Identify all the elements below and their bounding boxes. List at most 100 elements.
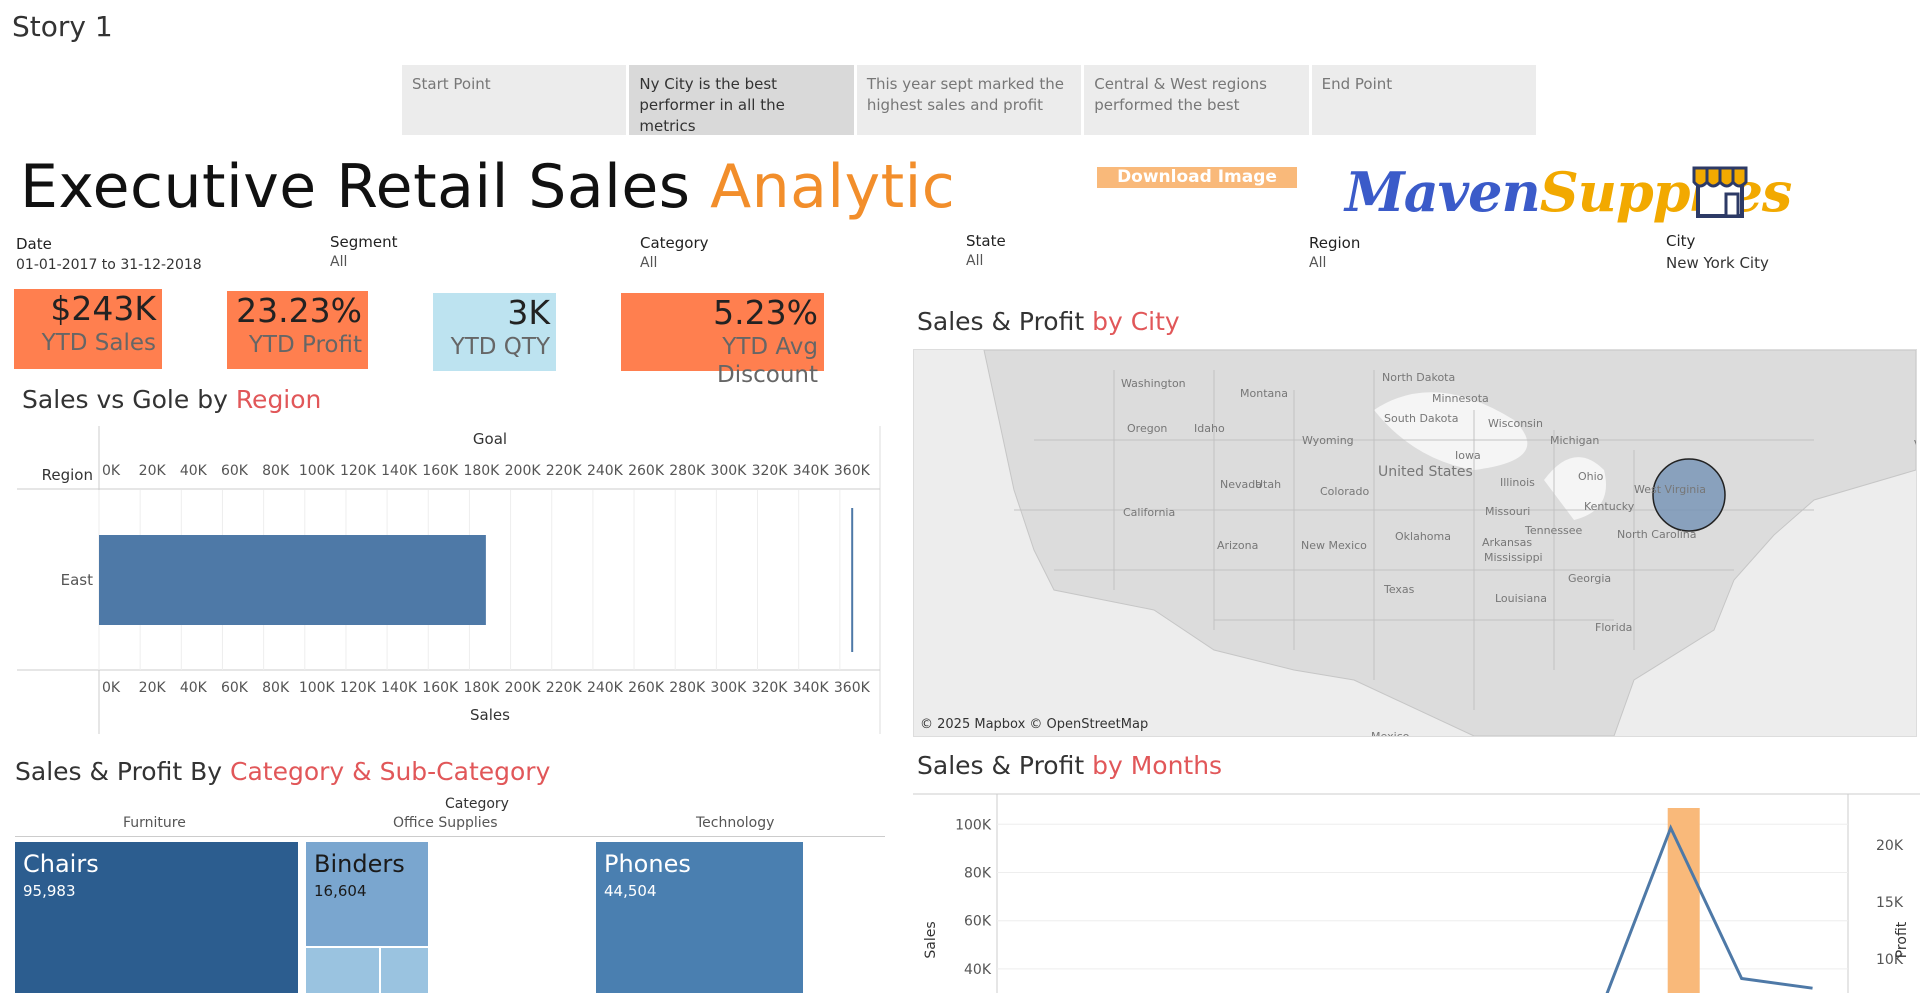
map-label: Missouri [1485,505,1531,518]
region-goal-axis-title: Goal [473,430,507,448]
region-bottom-tick-label: 360K [834,680,871,696]
kpi-ytd-profit: 23.23% YTD Profit [227,291,368,369]
story-nav: Start Point Ny City is the best performe… [402,65,1537,135]
filter-category[interactable]: Category All [640,234,709,271]
region-bottom-tick-label: 140K [381,680,418,696]
region-title-main: Sales vs Gole by [22,385,236,414]
tile-phones-name: Phones [604,850,691,878]
kpi-ytd-qty-value: 3K [507,293,550,332]
city-title-main: Sales & Profit [917,307,1093,336]
map-label: Texas [1384,583,1415,596]
kpi-ytd-qty-label: YTD QTY [450,334,550,360]
region-top-tick-label: 60K [221,463,249,479]
filter-state-label: State [966,232,1006,250]
filter-category-value: All [640,255,658,271]
region-bottom-tick-label: 240K [587,680,624,696]
map-label: Wisconsin [1488,417,1543,430]
filter-segment[interactable]: Segment All [330,233,398,270]
months-y-tick-label: 100K [955,817,992,833]
map-label: Iowa [1455,449,1481,462]
treemap-tile-phones[interactable]: Phones 44,504 [596,842,803,993]
treemap-header-office-supplies: Office Supplies [393,815,498,831]
region-top-tick-label: 20K [139,463,167,479]
filter-state[interactable]: State All [966,232,1006,269]
map-label: Washington [1121,377,1186,390]
region-top-tick-label: 300K [710,463,747,479]
map-label: North Carolina [1617,528,1697,541]
dashboard-title: Executive Retail Sales Analytic [20,152,955,222]
filter-city-label: City [1666,232,1696,250]
tile-chairs-name: Chairs [23,850,99,878]
story-point-end[interactable]: End Point [1311,65,1537,135]
map-label: Arkansas [1482,536,1533,549]
map-label: Oregon [1127,422,1168,435]
story-point-start[interactable]: Start Point [402,65,627,135]
region-bottom-tick-label: 40K [180,680,208,696]
filter-region-value: All [1309,255,1327,271]
treemap-tile-binders[interactable]: Binders 16,604 [306,842,428,946]
months-line-chart[interactable]: 40K60K80K100K10K15K20KSales Profit [913,780,1920,993]
map-label: Minnesota [1432,392,1489,405]
filter-region[interactable]: Region All [1309,234,1360,271]
map-label: Ohio [1578,470,1604,483]
region-sales-bar[interactable] [99,535,486,625]
logo-part-2: Supplies [1539,160,1793,224]
category-treemap[interactable]: Category Furniture Office Supplies Techn… [15,790,885,993]
region-bottom-tick-label: 260K [628,680,665,696]
map-label: New Mexico [1301,539,1367,552]
treemap-tile-chairs[interactable]: Chairs 95,983 [15,842,298,993]
months-profit-bar[interactable] [1667,808,1700,993]
region-top-tick-label: 260K [628,463,665,479]
region-top-tick-label: 0K [102,463,121,479]
region-bottom-tick-label: 80K [262,680,290,696]
region-top-tick-label: 180K [463,463,500,479]
story-point-ny-city[interactable]: Ny City is the best performer in all the… [629,65,854,135]
tile-phones-value: 44,504 [604,882,657,900]
kpi-ytd-avg-discount-value: 5.23% [713,293,818,332]
map-label: Mexico [1371,730,1410,737]
filter-date[interactable]: Date 01-01-2017 to 31-12-2018 [16,235,202,273]
treemap-category-header: Category [445,796,509,812]
story-point-sept[interactable]: This year sept marked the highest sales … [856,65,1082,135]
region-bottom-tick-label: 340K [793,680,830,696]
map-label: California [1123,506,1176,519]
kpi-ytd-sales-label: YTD Sales [41,330,156,356]
region-bottom-tick-label: 200K [505,680,542,696]
tile-chairs-value: 95,983 [23,882,76,900]
map-label: North Dakota [1382,371,1456,384]
kpi-ytd-avg-discount-label: YTD Avg Discount [717,334,818,388]
store-icon [1692,166,1748,218]
months-title-main: Sales & Profit [917,751,1093,780]
region-bottom-tick-label: 120K [340,680,377,696]
region-row-header: Region [42,466,93,484]
months-y2-tick-label: 20K [1876,838,1904,854]
filter-city[interactable]: City New York City [1666,232,1769,272]
filter-category-label: Category [640,234,709,252]
treemap-tile-office-small-1[interactable] [306,948,379,993]
region-chart-title: Sales vs Gole by Region [22,385,321,414]
treemap-header-furniture: Furniture [123,815,186,831]
region-bottom-tick-label: 320K [752,680,789,696]
region-bottom-tick-label: 160K [422,680,459,696]
kpi-ytd-avg-discount: 5.23% YTD Avg Discount [621,293,824,388]
city-map-title: Sales & Profit by City [917,307,1180,336]
region-bottom-tick-label: 300K [710,680,747,696]
region-top-tick-label: 40K [180,463,208,479]
months-sales-line[interactable] [1600,824,1813,993]
treemap-tile-office-small-2[interactable] [381,948,428,993]
map-label: VT [1914,438,1916,451]
region-bar-chart[interactable]: Goal Region 0K 0K 20K 20K 40K 40K 60K 60K 80K 80K 10… [0,420,900,740]
months-chart-title: Sales & Profit by Months [917,751,1222,780]
map-label: Montana [1240,387,1288,400]
download-image-button[interactable]: Download Image [1097,167,1297,188]
map-label: West Virginia [1634,483,1707,496]
city-map[interactable]: Washington Montana North Dakota Minnesota Or… [913,349,1917,737]
region-top-tick-label: 100K [299,463,336,479]
map-label: United States [1378,464,1473,480]
story-title: Story 1 [12,10,113,43]
map-label: Wyoming [1302,434,1354,447]
region-top-tick-label: 200K [505,463,542,479]
filter-city-value: New York City [1666,254,1769,272]
story-point-regions[interactable]: Central & West regions performed the bes… [1084,65,1309,135]
map-label: Arizona [1217,539,1259,552]
